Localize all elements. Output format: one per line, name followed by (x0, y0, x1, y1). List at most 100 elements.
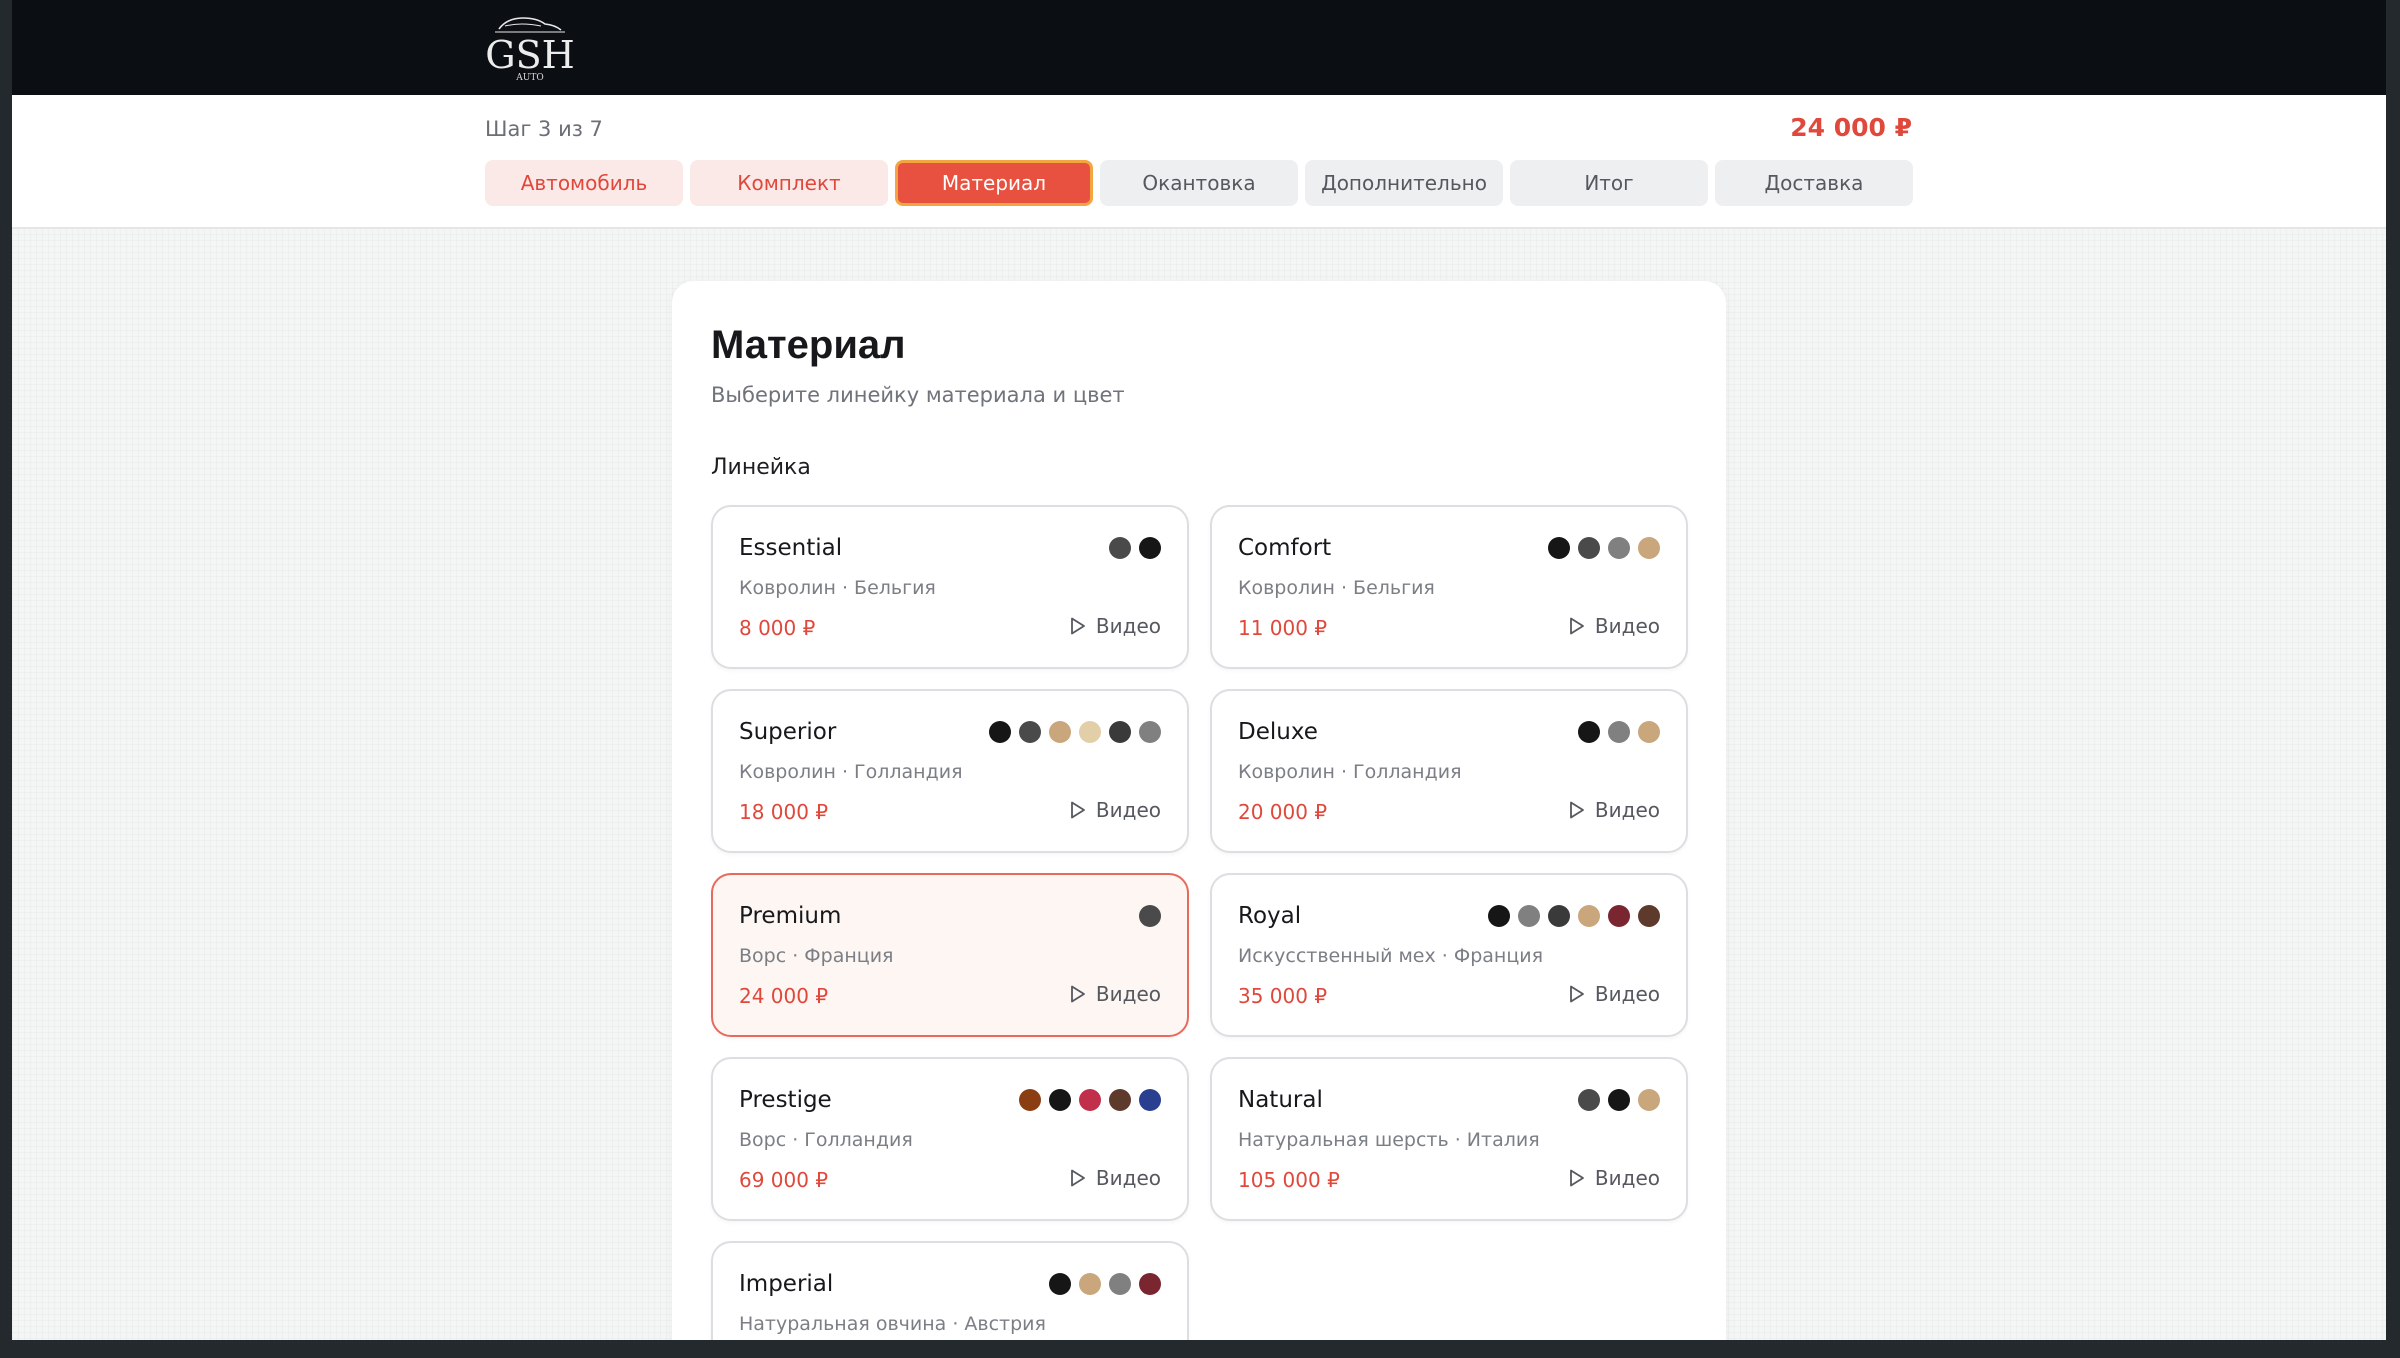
color-swatch[interactable] (1109, 1089, 1131, 1111)
play-icon (1071, 617, 1085, 635)
card-price: 69 000 ₽ (739, 1168, 829, 1192)
color-swatch[interactable] (1139, 1273, 1161, 1295)
tab-extras[interactable]: Дополнительно (1305, 160, 1503, 206)
video-label: Видео (1095, 798, 1161, 822)
color-swatch[interactable] (1578, 905, 1600, 927)
play-icon (1570, 617, 1584, 635)
color-swatch[interactable] (1139, 537, 1161, 559)
card-description: Натуральная овчина · Австрия (739, 1313, 1046, 1335)
color-swatch[interactable] (1109, 1273, 1131, 1295)
color-swatch[interactable] (1638, 1089, 1660, 1111)
tab-summary[interactable]: Итог (1510, 160, 1708, 206)
color-swatch[interactable] (1608, 905, 1630, 927)
section-label-line: Линейка (711, 455, 811, 480)
play-icon (1570, 985, 1584, 1003)
color-swatches (1578, 721, 1660, 743)
card-name: Premium (739, 903, 842, 929)
material-card-royal[interactable]: Royal Искусственный мех · Франция 35 000… (1210, 873, 1688, 1037)
card-description: Ворс · Франция (739, 945, 894, 967)
color-swatch[interactable] (1488, 905, 1510, 927)
color-swatch[interactable] (1638, 721, 1660, 743)
color-swatch[interactable] (1638, 905, 1660, 927)
color-swatch[interactable] (1049, 1089, 1071, 1111)
video-button[interactable]: Видео (1569, 1166, 1660, 1190)
color-swatch[interactable] (1578, 537, 1600, 559)
color-swatch[interactable] (1109, 537, 1131, 559)
step-tabs: Автомобиль Комплект Материал Окантовка Д… (485, 160, 1913, 206)
page-subtitle: Выберите линейку материала и цвет (711, 383, 1125, 407)
color-swatch[interactable] (1139, 721, 1161, 743)
material-card-prestige[interactable]: Prestige Ворс · Голландия 69 000 ₽ Видео (711, 1057, 1189, 1221)
video-label: Видео (1594, 982, 1660, 1006)
color-swatch[interactable] (1548, 905, 1570, 927)
color-swatches (1139, 905, 1161, 927)
play-icon (1570, 1169, 1584, 1187)
material-card-natural[interactable]: Natural Натуральная шерсть · Италия 105 … (1210, 1057, 1688, 1221)
video-label: Видео (1594, 798, 1660, 822)
material-card-comfort[interactable]: Comfort Ковролин · Бельгия 11 000 ₽ Виде… (1210, 505, 1688, 669)
video-button[interactable]: Видео (1569, 798, 1660, 822)
video-button[interactable]: Видео (1569, 982, 1660, 1006)
play-icon (1071, 985, 1085, 1003)
color-swatch[interactable] (1578, 721, 1600, 743)
card-name: Royal (1238, 903, 1302, 929)
card-name: Natural (1238, 1087, 1323, 1113)
play-icon (1570, 801, 1584, 819)
color-swatch[interactable] (1109, 721, 1131, 743)
play-icon (1071, 801, 1085, 819)
card-description: Ворс · Голландия (739, 1129, 913, 1151)
color-swatch[interactable] (1518, 905, 1540, 927)
color-swatch[interactable] (1608, 721, 1630, 743)
tab-automobile[interactable]: Автомобиль (485, 160, 683, 206)
card-description: Ковролин · Голландия (1238, 761, 1462, 783)
video-button[interactable]: Видео (1070, 982, 1161, 1006)
color-swatch[interactable] (1049, 721, 1071, 743)
color-swatch[interactable] (1079, 1273, 1101, 1295)
color-swatches (989, 721, 1161, 743)
color-swatch[interactable] (1548, 537, 1570, 559)
top-bar: GSH AUTO (12, 0, 2386, 95)
color-swatch[interactable] (989, 721, 1011, 743)
video-button[interactable]: Видео (1070, 614, 1161, 638)
video-button[interactable]: Видео (1569, 614, 1660, 638)
material-card-premium[interactable]: Premium Ворс · Франция 24 000 ₽ Видео (711, 873, 1189, 1037)
material-card-superior[interactable]: Superior Ковролин · Голландия 18 000 ₽ В… (711, 689, 1189, 853)
color-swatch[interactable] (1578, 1089, 1600, 1111)
color-swatch[interactable] (1638, 537, 1660, 559)
material-panel: Материал Выберите линейку материала и цв… (672, 281, 1726, 1340)
step-counter: Шаг 3 из 7 (485, 117, 603, 141)
card-description: Натуральная шерсть · Италия (1238, 1129, 1540, 1151)
card-description: Ковролин · Голландия (739, 761, 963, 783)
card-price: 105 000 ₽ (1238, 1168, 1340, 1192)
card-description: Ковролин · Бельгия (1238, 577, 1435, 599)
color-swatch[interactable] (1079, 1089, 1101, 1111)
color-swatch[interactable] (1019, 721, 1041, 743)
color-swatch[interactable] (1079, 721, 1101, 743)
color-swatch[interactable] (1608, 1089, 1630, 1111)
card-price: 11 000 ₽ (1238, 616, 1328, 640)
video-button[interactable]: Видео (1070, 1166, 1161, 1190)
color-swatch[interactable] (1608, 537, 1630, 559)
app-window: GSH AUTO Шаг 3 из 7 24 000 ₽ Автомобиль … (12, 0, 2386, 1340)
card-price: 8 000 ₽ (739, 616, 816, 640)
tab-delivery[interactable]: Доставка (1715, 160, 1913, 206)
color-swatches (1019, 1089, 1161, 1111)
tab-material[interactable]: Материал (895, 160, 1093, 206)
video-label: Видео (1594, 1166, 1660, 1190)
page-title: Материал (711, 323, 906, 367)
material-card-imperial[interactable]: Imperial Натуральная овчина · Австрия (711, 1241, 1189, 1340)
material-card-deluxe[interactable]: Deluxe Ковролин · Голландия 20 000 ₽ Вид… (1210, 689, 1688, 853)
color-swatch[interactable] (1139, 1089, 1161, 1111)
tab-edging[interactable]: Окантовка (1100, 160, 1298, 206)
color-swatches (1049, 1273, 1161, 1295)
video-button[interactable]: Видео (1070, 798, 1161, 822)
brand-logo[interactable]: GSH AUTO (485, 14, 575, 83)
card-price: 20 000 ₽ (1238, 800, 1328, 824)
color-swatch[interactable] (1019, 1089, 1041, 1111)
color-swatches (1488, 905, 1660, 927)
card-name: Prestige (739, 1087, 832, 1113)
color-swatch[interactable] (1049, 1273, 1071, 1295)
tab-kit[interactable]: Комплект (690, 160, 888, 206)
color-swatch[interactable] (1139, 905, 1161, 927)
material-card-essential[interactable]: Essential Ковролин · Бельгия 8 000 ₽ Вид… (711, 505, 1189, 669)
